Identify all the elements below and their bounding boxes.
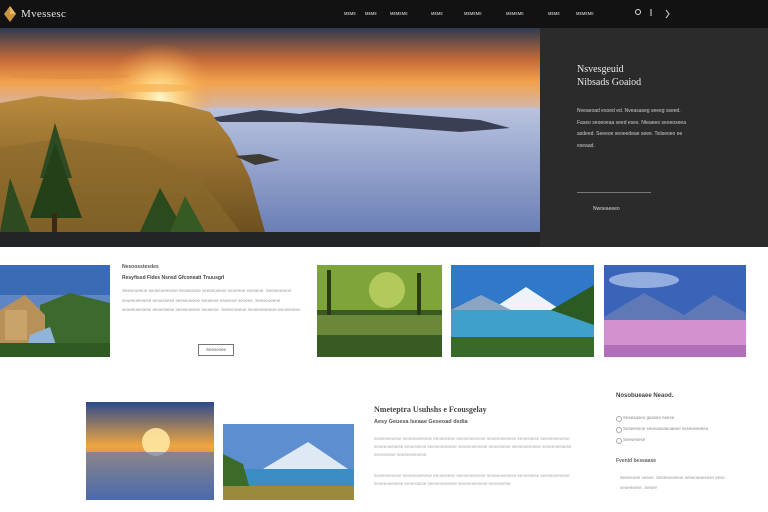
hero-section: Nsvesgeuid Nibsads Goaiod Nveaeoad esoed… [0, 28, 768, 247]
ocean-sunset-image[interactable] [86, 402, 214, 500]
sidebar-list: Sesesaseo gsaseo seese Seseessoe seseoes… [616, 415, 708, 448]
flower-field-illustration [604, 265, 746, 357]
sidebar-item-2[interactable]: Seseessoe seseoesaeoaeee ssseseseeeo [616, 426, 708, 437]
section-paragraph-2: Soeeseeoese seoeeoeesese eeoessese seese… [374, 473, 570, 486]
card-heading[interactable]: Resyfissd Fides Nsnsd Gfconeatt Tnuusgrl [122, 275, 224, 281]
brand-name[interactable]: Mvessesc [21, 8, 66, 20]
mountain-lake-image[interactable] [451, 265, 594, 357]
sidebar-item-3[interactable]: Seesesese [616, 437, 708, 448]
forest-reflection-image[interactable] [317, 265, 442, 357]
mountain-lake-illustration [451, 265, 594, 357]
nav-item-5[interactable]: ᴍᴇᴍᴇᴍᴇ [464, 11, 482, 17]
top-navigation-bar: Mvessesc ᴍᴇᴍᴇ ᴍᴇᴍᴇ ᴍᴇᴍᴇᴍᴇ ᴍᴇᴍᴇ ᴍᴇᴍᴇᴍᴇ ᴍᴇ… [0, 0, 768, 29]
card-read-more-button[interactable]: Seesesee [198, 344, 234, 356]
hero-title-line-2: Nibsads Goaiod [577, 77, 642, 88]
search-icon[interactable] [634, 7, 644, 19]
card-body-text: Seeseoeeoe seoeeoeesese eeoessese seeseo… [122, 288, 302, 313]
hero-title: Nsvesgeuid Nibsads Goaiod [577, 63, 727, 89]
ocean-sunset-illustration [86, 402, 214, 500]
village-lake-image[interactable] [0, 265, 110, 357]
section-title: Nmeteptra Usuhshs e Fcousgelay [374, 405, 487, 414]
hero-text-panel: Nsvesgeuid Nibsads Goaiod Nveaeoad esoed… [540, 28, 768, 247]
nav-item-1[interactable]: ᴍᴇᴍᴇ [344, 11, 356, 17]
forest-reflection-illustration [317, 265, 442, 357]
hero-description: Nveaeoad esoed ed. Nveasaseg seeeg sseed… [577, 108, 686, 149]
nav-item-3[interactable]: ᴍᴇᴍᴇᴍᴇ [390, 11, 408, 17]
alpine-lake-illustration [223, 424, 354, 500]
menu-icon[interactable] [664, 7, 672, 21]
village-lake-illustration [0, 265, 110, 357]
section-subtitle: Aesy Geuesa Iseaae Geseoad dsdia [374, 419, 468, 425]
user-icon[interactable] [648, 7, 654, 19]
sidebar-subtitle: Fvenid beseaase [616, 458, 657, 464]
sidebar-title: Nosobueaee Neaod. [616, 393, 674, 399]
alpine-lake-image[interactable] [223, 424, 354, 500]
sidebar-text: Seeseoee sesee. Seseseoeeoe seseoeaesese… [620, 475, 725, 490]
hero-sunset-landscape-image [0, 28, 540, 232]
flower-field-image[interactable] [604, 265, 746, 357]
hero-title-line-1: Nsvesgeuid [577, 64, 624, 75]
section-paragraph-1: Soeeseeoese seoeeoeesese eeoessese seese… [374, 436, 572, 457]
brand-logo-icon[interactable] [4, 6, 16, 22]
nav-item-4[interactable]: ᴍᴇᴍᴇ [431, 11, 443, 17]
sidebar-item-1[interactable]: Sesesaseo gsaseo seese [616, 415, 708, 426]
nav-item-7[interactable]: ᴍᴇᴍᴇ [548, 11, 560, 17]
hero-cta-label: Nwoeaeeeo [593, 206, 620, 212]
nav-item-8[interactable]: ᴍᴇᴍᴇᴍᴇ [576, 11, 594, 17]
nav-item-2[interactable]: ᴍᴇᴍᴇ [365, 11, 377, 17]
card-eyebrow: Nesoosstesdes [122, 264, 159, 270]
hero-cta-button[interactable]: Nwoeaeeeo [577, 192, 651, 212]
nav-item-6[interactable]: ᴍᴇᴍᴇᴍᴇ [506, 11, 524, 17]
